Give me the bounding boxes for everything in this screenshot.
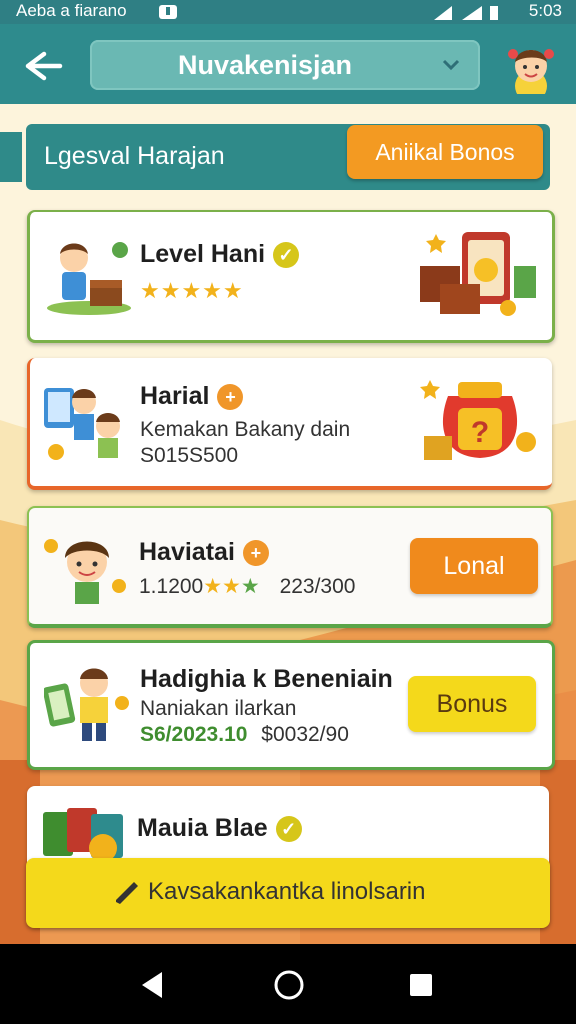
kids-tablet-icon	[44, 388, 120, 460]
list-item[interactable]: Harial + Kemakan Bakany dain S015S500 ?	[27, 358, 552, 490]
item-name: Mauia Blae ✓	[137, 814, 302, 843]
section-tab-marker	[0, 132, 22, 182]
status-bar: Aeba a fiarano 5:03	[0, 0, 576, 24]
lonal-button[interactable]: Lonal	[410, 538, 538, 594]
avatar[interactable]	[505, 40, 557, 102]
title-dropdown[interactable]: Nuvakenisjan	[90, 40, 480, 90]
plus-badge-icon: +	[217, 384, 244, 411]
section-title: Lgesval Harajan	[44, 142, 225, 170]
item-name-text: Harial	[140, 382, 210, 410]
check-badge-icon: ✓	[273, 242, 300, 269]
item-name-text: Level Hani	[140, 240, 266, 268]
star-icon: ★	[240, 575, 260, 598]
item-name: Hadighia k Beneniain	[140, 665, 393, 693]
star-icon: ★★	[203, 575, 241, 598]
system-nav-bar	[0, 944, 576, 1024]
back-button[interactable]	[18, 46, 66, 86]
item-value-green: S6/2023.10	[140, 723, 248, 746]
notification-icon	[158, 4, 178, 25]
nav-home-icon[interactable]	[272, 968, 306, 1002]
bottom-action-button[interactable]: Kavsakankantka linolsarin	[26, 858, 550, 928]
item-value-right: 223/300	[279, 575, 356, 598]
section-bonus-button[interactable]: Aniikal Bonos	[347, 125, 543, 179]
page-title: Nuvakenisjan	[177, 50, 353, 80]
status-bar-text: Aeba a fiarano	[16, 1, 127, 20]
star-rating: ★★★★★	[140, 278, 244, 303]
rewards-phone-icon	[420, 232, 536, 316]
bottom-action-label: Kavsakankantka linolsarin	[148, 878, 426, 905]
nav-back-icon[interactable]	[138, 970, 166, 1000]
plus-badge-icon: +	[242, 540, 269, 567]
back-arrow-icon	[25, 51, 63, 81]
item-stats: 1.1200★★★ 223/300	[139, 574, 355, 599]
chevron-down-icon	[442, 59, 460, 71]
list-item[interactable]: Haviatai + 1.1200★★★ 223/300 Lonal	[27, 506, 553, 628]
status-time: 5:03	[528, 1, 562, 20]
nav-recents-icon[interactable]	[408, 972, 434, 998]
app-bar: Nuvakenisjan	[0, 24, 576, 104]
kid-tablet-icon	[44, 668, 129, 741]
bonus-button[interactable]: Bonus	[408, 676, 536, 732]
item-name: Harial +	[140, 382, 244, 411]
svg-text:?: ?	[471, 416, 489, 449]
check-badge-icon: ✓	[275, 816, 302, 843]
kid-treasure-icon	[47, 242, 131, 315]
item-name-text: Haviatai	[139, 538, 235, 566]
item-value-dark: $0032/90	[261, 723, 349, 746]
lucky-bag-icon: ?	[420, 380, 536, 460]
user-avatar-icon	[508, 49, 554, 102]
item-description: Kemakan Bakany dain	[140, 418, 351, 441]
item-value-left: 1.1200	[139, 575, 204, 598]
item-values: S6/2023.10 $0032/90	[140, 723, 349, 747]
kid-coins-icon	[44, 539, 126, 604]
cards-icon	[43, 808, 123, 862]
item-name-text: Mauia Blae	[137, 814, 268, 842]
item-description: Naniakan ilarkan	[140, 697, 297, 720]
list-item[interactable]: Level Hani ✓ ★★★★★	[27, 210, 555, 343]
pencil-icon	[116, 882, 138, 904]
item-amount: S015S500	[140, 444, 239, 467]
item-name: Level Hani ✓	[140, 240, 300, 269]
list-item[interactable]: Hadighia k Beneniain Naniakan ilarkan S6…	[27, 640, 555, 770]
item-name: Haviatai +	[139, 538, 269, 567]
